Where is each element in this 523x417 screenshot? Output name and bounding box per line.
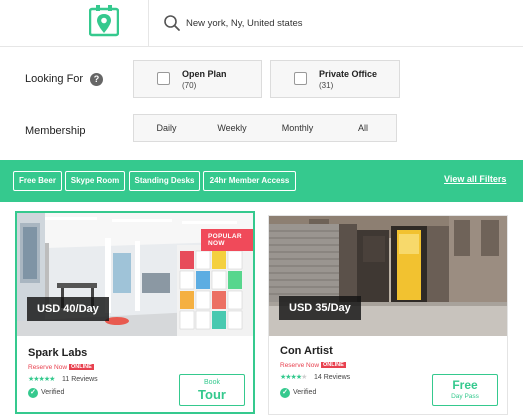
search-icon[interactable]: [163, 14, 181, 32]
free-day-pass-button[interactable]: Free Day Pass: [432, 374, 498, 406]
tag-skype-room[interactable]: Skype Room: [65, 171, 125, 191]
option-title: Open Plan: [182, 69, 227, 79]
membership-daily[interactable]: Daily: [133, 114, 200, 142]
rating-stars-icon: ★★★★★: [280, 374, 307, 381]
reserve-text: Reserve Now: [28, 364, 68, 371]
private-office-option[interactable]: Private Office (31): [270, 60, 400, 98]
open-plan-option[interactable]: Open Plan (70): [133, 60, 262, 98]
logo-icon: [89, 5, 119, 37]
tag-standing-desks[interactable]: Standing Desks: [129, 171, 200, 191]
tag-24hr-member-access[interactable]: 24hr Member Access: [203, 171, 296, 191]
listing-name[interactable]: Con Artist: [280, 345, 333, 357]
reserve-now-label: Reserve Now ONLINE: [28, 364, 94, 371]
private-office-checkbox[interactable]: [294, 72, 307, 85]
location-search-input[interactable]: [186, 13, 506, 33]
listing-card-spark-labs[interactable]: POPULAR NOW USD 40/Day Spark Labs Reserv…: [15, 211, 255, 414]
view-all-filters-link[interactable]: View all Filters: [444, 174, 506, 184]
option-count: (31): [319, 81, 334, 90]
help-icon[interactable]: ?: [90, 73, 103, 86]
price-badge: USD 35/Day: [279, 296, 361, 320]
review-count[interactable]: 11 Reviews: [62, 376, 98, 383]
reserve-now-label: Reserve Now ONLINE: [280, 362, 346, 369]
verified-check-icon: ✓: [28, 388, 38, 398]
cta-main-text: Free: [452, 378, 478, 392]
cta-main-text: Tour: [198, 387, 226, 402]
cta-bottom-text: Day Pass: [451, 393, 479, 400]
logo-area[interactable]: [0, 0, 149, 47]
popular-now-ribbon: POPULAR NOW: [201, 229, 253, 251]
membership-weekly[interactable]: Weekly: [199, 114, 266, 142]
open-plan-checkbox[interactable]: [157, 72, 170, 85]
online-badge: ONLINE: [69, 364, 94, 370]
rating-stars-icon: ★★★★★: [28, 376, 55, 383]
verified-label: Verified: [41, 389, 65, 396]
membership-monthly[interactable]: Monthly: [265, 114, 331, 142]
cta-top-text: Book: [204, 379, 220, 386]
verified-label: Verified: [293, 389, 317, 396]
membership-label: Membership: [25, 125, 86, 137]
price-badge: USD 40/Day: [27, 297, 109, 321]
option-title: Private Office: [319, 69, 378, 79]
membership-all[interactable]: All: [330, 114, 397, 142]
option-count: (70): [182, 81, 197, 90]
book-tour-button[interactable]: Book Tour: [179, 374, 245, 406]
looking-for-label: Looking For: [25, 73, 84, 85]
online-badge: ONLINE: [321, 362, 346, 368]
listing-card-con-artist[interactable]: USD 35/Day Con Artist Reserve Now ONLINE …: [268, 215, 508, 415]
review-count[interactable]: 14 Reviews: [314, 374, 350, 381]
verified-check-icon: ✓: [280, 388, 290, 398]
reserve-text: Reserve Now: [280, 362, 320, 369]
listing-name[interactable]: Spark Labs: [28, 347, 87, 359]
top-header: [0, 0, 523, 47]
tag-free-beer[interactable]: Free Beer: [13, 171, 62, 191]
